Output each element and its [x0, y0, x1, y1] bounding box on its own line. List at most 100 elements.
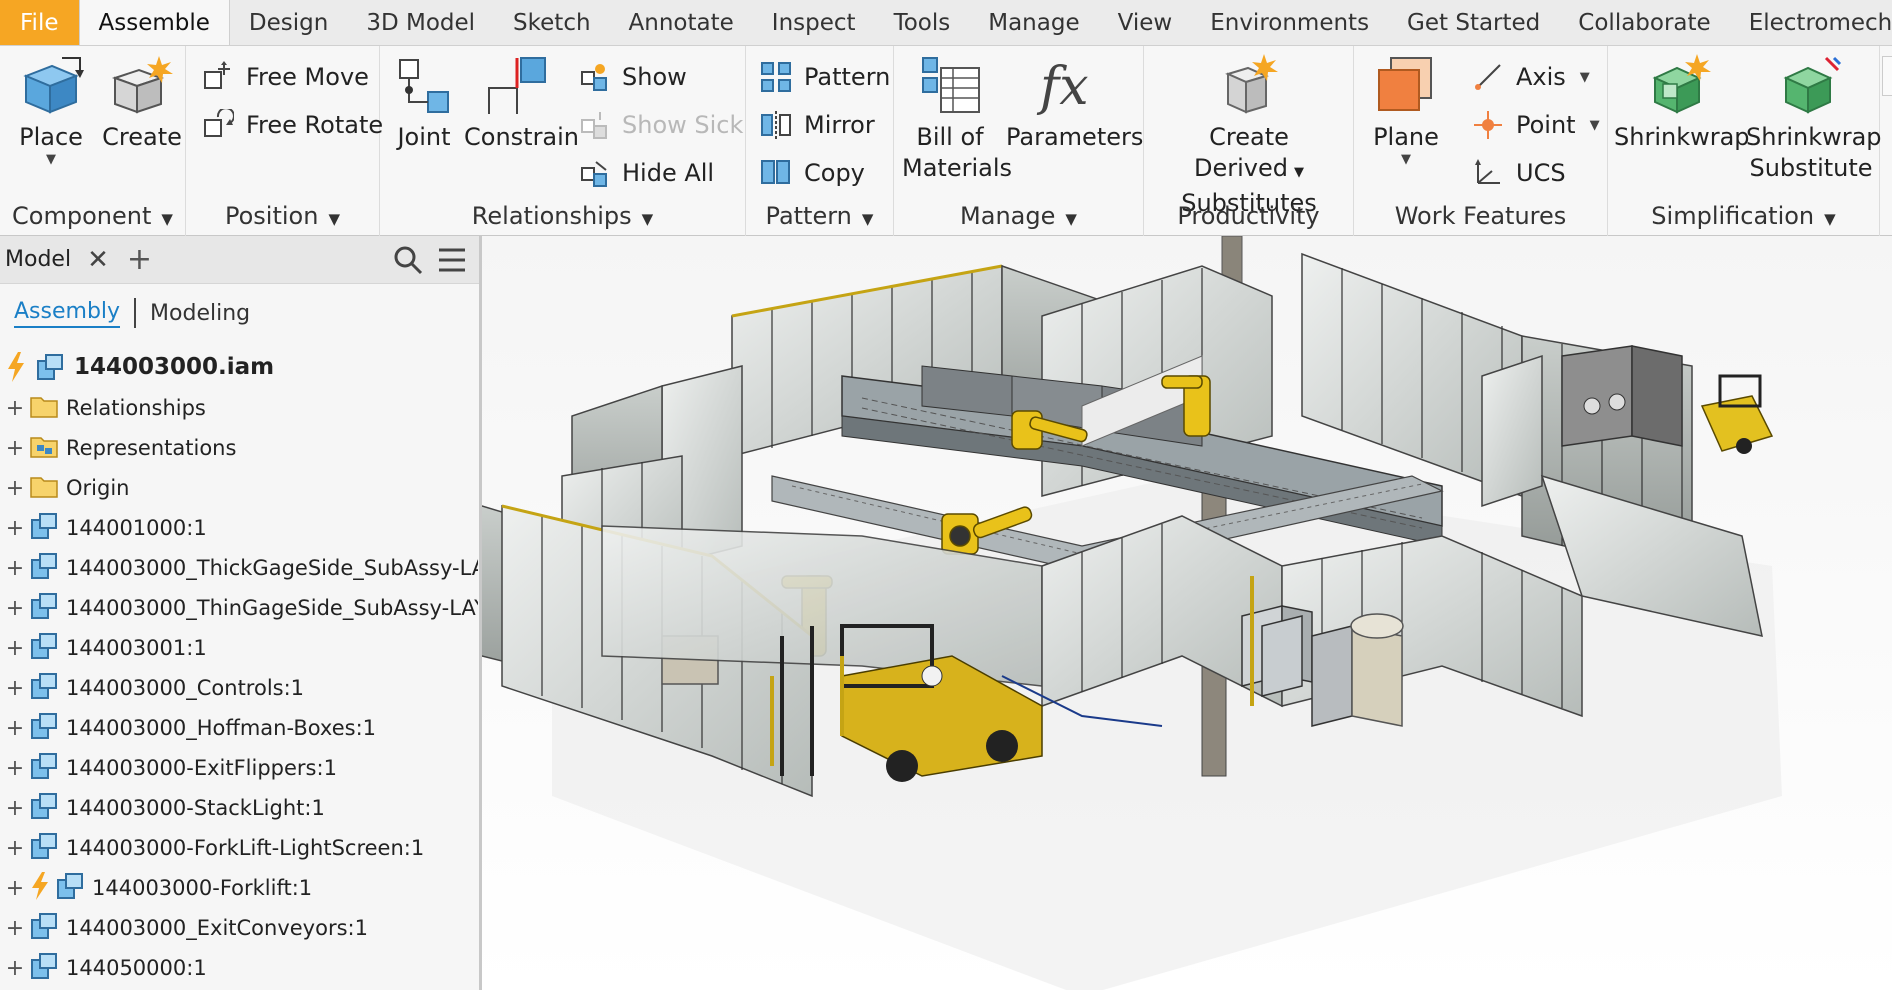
- tree-item[interactable]: + Origin: [0, 468, 478, 508]
- lightning-icon: [30, 871, 50, 905]
- expand-icon[interactable]: +: [0, 396, 30, 421]
- tree-item-label: 144003000_ThickGageSide_SubAssy-LAYOUT: [66, 556, 478, 580]
- tab-tools[interactable]: Tools: [875, 0, 970, 45]
- tree-item-label: 144003000-Forklift:1: [92, 876, 313, 900]
- joint-button[interactable]: Joint: [392, 54, 456, 153]
- tab-view[interactable]: View: [1099, 0, 1192, 45]
- tab-sketch[interactable]: Sketch: [494, 0, 610, 45]
- panel-pattern: Pattern Mirror Copy Pattern ▼: [746, 46, 894, 236]
- constrain-button[interactable]: Constrain: [464, 54, 579, 153]
- tab-electromechanical[interactable]: Electromechanical: [1730, 0, 1892, 45]
- tab-design[interactable]: Design: [230, 0, 347, 45]
- tree-item[interactable]: +144003000-StackLight:1: [0, 788, 478, 828]
- tree-item[interactable]: +144003000-Forklift:1: [0, 868, 478, 908]
- menu-icon[interactable]: [437, 247, 467, 273]
- tab-inspect[interactable]: Inspect: [753, 0, 875, 45]
- ucs-button[interactable]: UCS: [1472, 154, 1566, 192]
- free-rotate-button[interactable]: Free Rotate: [202, 106, 383, 144]
- tree-item[interactable]: +144003001:1: [0, 628, 478, 668]
- expand-icon[interactable]: +: [0, 876, 30, 901]
- panel-title-pattern[interactable]: Pattern ▼: [746, 202, 893, 230]
- show-sick-button[interactable]: Show Sick: [580, 106, 743, 144]
- shrinkwrap-button[interactable]: Shrinkwrap: [1614, 54, 1750, 153]
- create-derived-substitutes-button[interactable]: Create Derived ▼ Substitutes: [1154, 54, 1344, 219]
- pattern-button[interactable]: Pattern: [760, 58, 890, 96]
- constrain-icon: [488, 57, 546, 114]
- parameters-button[interactable]: fx Parameters: [1006, 54, 1143, 153]
- tree-item-label: 144003000_ThinGageSide_SubAssy-LAYOUT: [66, 596, 478, 620]
- tab-file[interactable]: File: [0, 0, 79, 45]
- tree-item[interactable]: +144003000_ThinGageSide_SubAssy-LAYOUT: [0, 588, 478, 628]
- hide-all-button[interactable]: Hide All: [580, 154, 714, 192]
- joint-icon: [399, 59, 449, 113]
- subtab-assembly[interactable]: Assembly: [14, 299, 121, 328]
- add-tab-icon[interactable]: +: [127, 242, 152, 277]
- panel-title-simplification[interactable]: Simplification ▼: [1608, 202, 1879, 230]
- subtab-modeling[interactable]: Modeling: [150, 301, 250, 326]
- expand-icon[interactable]: +: [0, 716, 30, 741]
- axis-button[interactable]: Axis ▼: [1472, 58, 1590, 96]
- tree-item[interactable]: +144003000_ExitConveyors:1: [0, 908, 478, 948]
- panel-title-relationships[interactable]: Relationships ▼: [380, 202, 745, 230]
- place-label: Place: [19, 123, 83, 151]
- tree-item[interactable]: +144001000:1: [0, 508, 478, 548]
- expand-icon[interactable]: +: [0, 676, 30, 701]
- expand-icon[interactable]: +: [0, 756, 30, 781]
- expand-icon[interactable]: +: [0, 836, 30, 861]
- tree-item[interactable]: + Relationships: [0, 388, 478, 428]
- create-label: Create: [102, 123, 182, 151]
- panel-title-position[interactable]: Position ▼: [186, 202, 379, 230]
- tree-item[interactable]: +144003000_Controls:1: [0, 668, 478, 708]
- ribbon-overflow-edge: [1882, 56, 1892, 96]
- assembly-icon: [30, 792, 58, 825]
- shrinkwrap-substitute-button[interactable]: Shrinkwrap Substitute: [1746, 54, 1882, 184]
- tab-collaborate[interactable]: Collaborate: [1559, 0, 1729, 45]
- expand-icon[interactable]: +: [0, 596, 30, 621]
- assembly-icon: [30, 832, 58, 865]
- expand-icon[interactable]: +: [0, 476, 30, 501]
- free-move-button[interactable]: Free Move: [202, 58, 369, 96]
- tree-root[interactable]: 144003000.iam: [6, 352, 274, 382]
- mirror-button[interactable]: Mirror: [760, 106, 875, 144]
- expand-icon[interactable]: +: [0, 436, 30, 461]
- panel-title-component[interactable]: Component ▼: [0, 202, 185, 230]
- tree-item[interactable]: +144003000-ExitFlippers:1: [0, 748, 478, 788]
- tab-get-started[interactable]: Get Started: [1388, 0, 1559, 45]
- bill-of-materials-icon: [922, 57, 980, 113]
- plane-button[interactable]: Plane ▼: [1364, 54, 1448, 167]
- ribbon-tab-bar: File Assemble Design 3D Model Sketch Ann…: [0, 0, 1892, 46]
- graphics-viewport[interactable]: [482, 236, 1892, 990]
- show-button[interactable]: Show: [580, 58, 687, 96]
- tree-item[interactable]: + Representations: [0, 428, 478, 468]
- tab-annotate[interactable]: Annotate: [610, 0, 753, 45]
- expand-icon[interactable]: +: [0, 796, 30, 821]
- search-icon[interactable]: [393, 245, 423, 275]
- ucs-icon: [1475, 159, 1500, 184]
- place-dropdown-caret[interactable]: ▼: [8, 153, 94, 167]
- tab-environments[interactable]: Environments: [1191, 0, 1388, 45]
- tab-manage[interactable]: Manage: [969, 0, 1098, 45]
- bill-of-materials-button[interactable]: Bill of Materials: [902, 54, 1012, 184]
- assembly-icon: [30, 512, 58, 545]
- expand-icon[interactable]: +: [0, 556, 30, 581]
- tree-item[interactable]: +144003000_ThickGageSide_SubAssy-LAYOUT: [0, 548, 478, 588]
- place-button[interactable]: Place ▼: [8, 54, 94, 167]
- assembly-icon: [30, 672, 58, 705]
- panel-title-manage[interactable]: Manage ▼: [894, 202, 1143, 230]
- tab-assemble[interactable]: Assemble: [78, 0, 230, 45]
- tab-3d-model[interactable]: 3D Model: [347, 0, 494, 45]
- point-button[interactable]: Point ▼: [1472, 106, 1600, 144]
- tree-item[interactable]: +144003000-ForkLift-LightScreen:1: [0, 828, 478, 868]
- expand-icon[interactable]: +: [0, 636, 30, 661]
- plane-dropdown-caret[interactable]: ▼: [1364, 153, 1448, 167]
- browser-subtabs: Assembly Modeling: [0, 284, 479, 342]
- close-icon[interactable]: ✕: [87, 245, 109, 275]
- tree-item[interactable]: +144050000:1: [0, 948, 478, 988]
- expand-icon[interactable]: +: [0, 916, 30, 941]
- copy-button[interactable]: Copy: [760, 154, 865, 192]
- panel-productivity: Create Derived ▼ Substitutes Productivity: [1144, 46, 1354, 236]
- expand-icon[interactable]: +: [0, 516, 30, 541]
- tree-item[interactable]: +144003000_Hoffman-Boxes:1: [0, 708, 478, 748]
- expand-icon[interactable]: +: [0, 956, 30, 981]
- create-button[interactable]: Create: [100, 54, 184, 153]
